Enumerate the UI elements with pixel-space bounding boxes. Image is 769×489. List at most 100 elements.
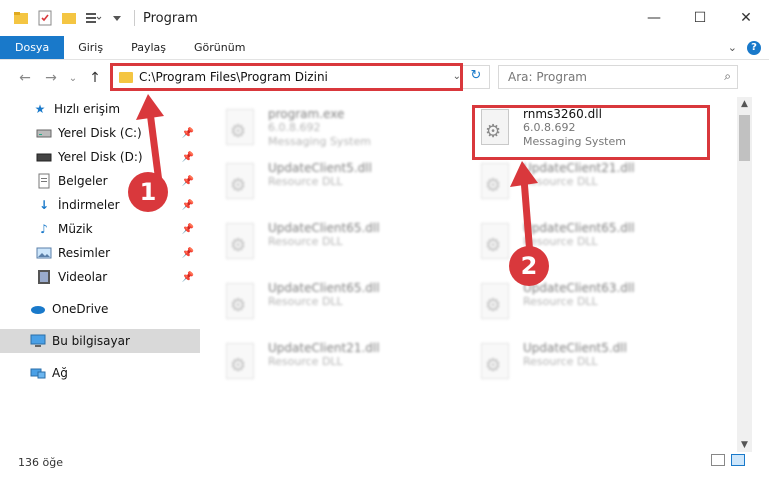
- tab-share[interactable]: Paylaş: [117, 36, 180, 59]
- help-icon[interactable]: ?: [747, 40, 761, 55]
- tab-home[interactable]: Giriş: [64, 36, 117, 59]
- network-icon: [30, 365, 46, 381]
- address-highlight-box: [110, 63, 463, 91]
- minimize-button[interactable]: —: [631, 0, 677, 36]
- file-item[interactable]: ⚙ UpdateClient63.dll Resource DLL: [475, 281, 705, 331]
- dll-file-icon: ⚙: [220, 341, 260, 381]
- window-title: Program: [143, 10, 198, 26]
- drive-icon: [36, 125, 52, 141]
- file-name: UpdateClient21.dll: [268, 341, 380, 355]
- sidebar-item-label: İndirmeler: [58, 198, 120, 212]
- scroll-up-icon[interactable]: ▲: [737, 99, 752, 109]
- file-name: UpdateClient63.dll: [523, 281, 635, 295]
- sidebar-item-pictures[interactable]: Resimler 📌: [0, 241, 200, 265]
- file-description: Resource DLL: [268, 355, 343, 368]
- forward-button[interactable]: →: [40, 70, 62, 86]
- file-item[interactable]: ⚙ UpdateClient5.dll Resource DLL: [475, 341, 705, 391]
- dll-file-icon: ⚙: [220, 281, 260, 321]
- drive-icon: [36, 149, 52, 165]
- pin-icon: 📌: [181, 223, 194, 235]
- file-description: Resource DLL: [523, 295, 598, 308]
- folder-icon: [12, 9, 30, 27]
- file-description: Resource DLL: [523, 355, 598, 368]
- close-button[interactable]: ✕: [723, 0, 769, 36]
- cloud-icon: [30, 301, 46, 317]
- sidebar-item-this-pc[interactable]: Bu bilgisayar: [0, 329, 200, 353]
- title-bar: Program — ☐ ✕: [0, 0, 769, 36]
- file-name: UpdateClient65.dll: [268, 221, 380, 235]
- sidebar-item-label: OneDrive: [52, 302, 109, 316]
- sidebar-item-label: Bu bilgisayar: [52, 334, 130, 348]
- file-name: UpdateClient5.dll: [523, 341, 627, 355]
- quick-access-toolbar: [12, 9, 126, 27]
- download-icon: ↓: [38, 198, 50, 212]
- pin-icon: 📌: [181, 199, 194, 211]
- file-item[interactable]: ⚙ UpdateClient65.dll Resource DLL: [220, 221, 450, 271]
- search-icon: ⌕: [724, 69, 731, 83]
- file-description: Resource DLL: [268, 295, 343, 308]
- document-icon: [36, 173, 52, 189]
- sidebar-item-videos[interactable]: Videolar 📌: [0, 265, 200, 289]
- sidebar-item-label: Resimler: [58, 246, 111, 260]
- properties-icon[interactable]: [36, 9, 54, 27]
- file-list: ⚙ program.exe 6.0.8.692 Messaging System…: [220, 97, 736, 452]
- file-name: program.exe: [268, 107, 345, 121]
- computer-icon: [30, 333, 46, 349]
- recent-locations-icon[interactable]: ⌄: [62, 73, 84, 84]
- view-switcher: [711, 454, 745, 466]
- file-version: 6.0.8.692: [268, 121, 321, 134]
- file-item[interactable]: ⚙ program.exe 6.0.8.692 Messaging System: [220, 107, 450, 157]
- item-count: 136 öğe: [18, 455, 63, 469]
- sidebar-item-label: Hızlı erişim: [54, 102, 121, 116]
- tab-view[interactable]: Görünüm: [180, 36, 259, 59]
- file-description: Messaging System: [268, 135, 371, 148]
- music-icon: ♪: [40, 222, 48, 236]
- new-folder-icon[interactable]: [60, 9, 78, 27]
- search-placeholder: Ara: Program: [508, 70, 587, 84]
- view-options-icon[interactable]: [84, 9, 102, 27]
- dll-file-icon: ⚙: [475, 341, 515, 381]
- file-item[interactable]: ⚙ UpdateClient5.dll Resource DLL: [220, 161, 450, 211]
- navigation-bar: ← → ⌄ ↑ C:\Program Files\Program Dizini …: [0, 61, 769, 95]
- dll-file-icon: ⚙: [220, 221, 260, 261]
- step-marker-2: 2: [509, 246, 549, 286]
- file-highlight-box: [472, 105, 710, 160]
- back-button[interactable]: ←: [14, 70, 36, 86]
- sidebar-item-label: Ağ: [52, 366, 68, 380]
- exe-file-icon: ⚙: [220, 107, 260, 147]
- maximize-button[interactable]: ☐: [677, 0, 723, 36]
- details-view-icon[interactable]: [711, 454, 725, 466]
- video-icon: [36, 269, 52, 285]
- tiles-view-icon[interactable]: [731, 454, 745, 466]
- sidebar-item-label: Müzik: [58, 222, 93, 236]
- step-marker-1: 1: [128, 172, 168, 212]
- file-name: UpdateClient65.dll: [268, 281, 380, 295]
- star-icon: ★: [34, 102, 46, 116]
- title-separator: [134, 10, 135, 26]
- customize-toolbar-icon[interactable]: [108, 9, 126, 27]
- sidebar-item-onedrive[interactable]: OneDrive: [0, 297, 200, 321]
- dll-file-icon: ⚙: [475, 281, 515, 321]
- sidebar-item-label: Belgeler: [58, 174, 108, 188]
- sidebar-item-network[interactable]: Ağ: [0, 361, 200, 385]
- pin-icon: 📌: [181, 247, 194, 259]
- sidebar-item-label: Videolar: [58, 270, 108, 284]
- search-input[interactable]: Ara: Program ⌕: [498, 65, 738, 89]
- tab-file[interactable]: Dosya: [0, 36, 65, 59]
- up-button[interactable]: ↑: [84, 70, 106, 86]
- scroll-down-icon[interactable]: ▼: [737, 440, 752, 450]
- expand-ribbon-icon[interactable]: ⌄: [728, 41, 737, 54]
- file-item[interactable]: ⚙ UpdateClient21.dll Resource DLL: [220, 341, 450, 391]
- window-controls: — ☐ ✕: [631, 0, 769, 36]
- file-description: Resource DLL: [268, 235, 343, 248]
- file-item[interactable]: ⚙ UpdateClient65.dll Resource DLL: [220, 281, 450, 331]
- dll-file-icon: ⚙: [220, 161, 260, 201]
- status-bar: 136 öğe: [0, 452, 769, 472]
- sidebar-item-music[interactable]: ♪ Müzik 📌: [0, 217, 200, 241]
- pin-icon: 📌: [181, 271, 194, 283]
- scroll-thumb[interactable]: [739, 115, 750, 161]
- file-name: UpdateClient5.dll: [268, 161, 372, 175]
- vertical-scrollbar[interactable]: ▲ ▼: [737, 97, 752, 452]
- refresh-icon[interactable]: ↻: [467, 68, 485, 86]
- file-description: Resource DLL: [268, 175, 343, 188]
